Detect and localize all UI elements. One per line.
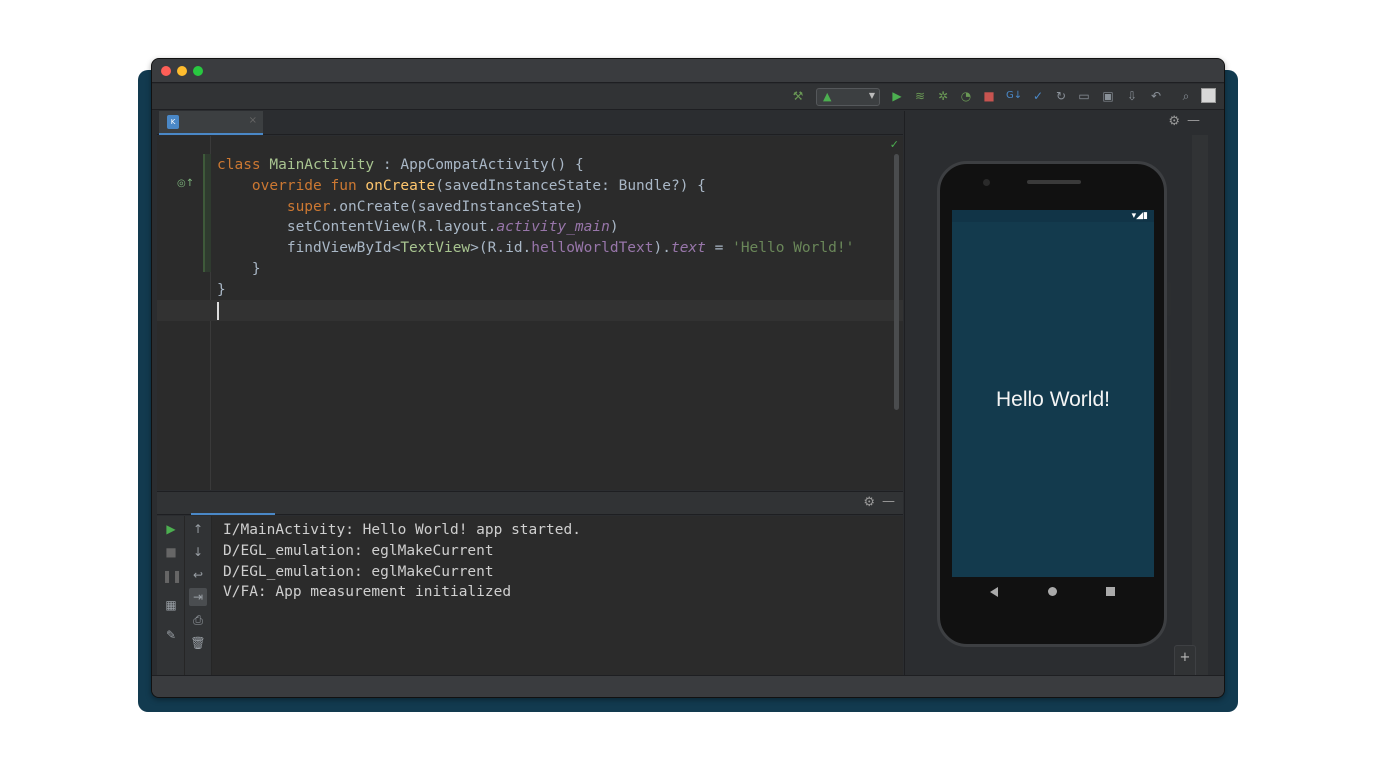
- git-icon[interactable]: G↓: [1006, 88, 1022, 104]
- close-window-button[interactable]: [161, 66, 171, 76]
- gear-icon[interactable]: ⚙: [863, 495, 875, 510]
- layout-icon[interactable]: ▦: [162, 596, 180, 614]
- log-line: D/EGL_emulation: eglMakeCurrent: [223, 563, 494, 580]
- logcat-header: ⚙ —: [157, 491, 903, 515]
- code-line: }: [217, 281, 226, 298]
- power-button: [1167, 282, 1171, 316]
- maximize-window-button[interactable]: [193, 66, 203, 76]
- preview-panel: ⚙ — ▾◢▮ Hello World! + − □: [904, 111, 1208, 697]
- title-bar: [152, 59, 1224, 83]
- stop-icon[interactable]: ■: [162, 543, 180, 561]
- earpiece: [1027, 180, 1081, 184]
- close-tab-icon[interactable]: ×: [249, 115, 257, 126]
- pause-icon[interactable]: ❚❚: [162, 567, 182, 585]
- commit-icon[interactable]: ✓: [1030, 88, 1046, 104]
- scroll-up-icon[interactable]: ↑: [189, 520, 207, 538]
- log-line: D/EGL_emulation: eglMakeCurrent: [223, 542, 494, 559]
- wifi-signal-battery-icon: ▾◢▮: [1131, 211, 1148, 221]
- trash-icon[interactable]: 🗑: [189, 634, 207, 652]
- scroll-down-icon[interactable]: ↓: [189, 543, 207, 561]
- log-line: V/FA: App measurement initialized: [223, 584, 512, 601]
- minimize-icon[interactable]: —: [1187, 113, 1200, 128]
- profile-icon[interactable]: ◔: [958, 88, 974, 104]
- chevron-down-icon: ▼: [868, 91, 875, 100]
- apply-changes-icon[interactable]: ≋: [912, 88, 928, 104]
- zoom-in-button[interactable]: +: [1177, 650, 1193, 666]
- logcat-toolbar-right: ↑ ↓ ↩ ⇥ ⎙ 🗑: [185, 516, 212, 676]
- undo-icon[interactable]: ↶: [1148, 88, 1164, 104]
- pin-icon[interactable]: ✎: [162, 626, 180, 644]
- scroll-to-end-icon[interactable]: ⇥: [189, 588, 207, 606]
- avatar-icon[interactable]: [1201, 88, 1216, 103]
- volume-button: [1167, 348, 1171, 412]
- build-hammer-icon[interactable]: ⚒: [790, 88, 806, 104]
- code-line: override fun onCreate(savedInstanceState…: [251, 177, 706, 194]
- minimize-icon[interactable]: —: [882, 494, 895, 509]
- gear-icon[interactable]: ⚙: [1168, 114, 1180, 129]
- kotlin-file-icon: K: [167, 115, 179, 129]
- nav-recents-icon[interactable]: [1106, 587, 1115, 596]
- main-toolbar: ⚒ ▲ ▼ ▶ ≋ ✲ ◔ ■ G↓ ✓ ↻ ▭ ▣ ⇩ ↶ ⌕: [152, 84, 1224, 110]
- log-line: I/MainActivity: Hello World! app started…: [223, 522, 581, 538]
- phone-screen[interactable]: ▾◢▮ Hello World!: [952, 210, 1154, 577]
- nav-back-icon[interactable]: [990, 587, 998, 597]
- change-marker: [203, 154, 211, 272]
- android-icon: ▲: [823, 90, 832, 103]
- override-marker-icon[interactable]: ◎↑: [177, 178, 194, 189]
- history-icon[interactable]: ↻: [1053, 88, 1069, 104]
- run-icon[interactable]: ▶: [162, 520, 180, 538]
- code-line: }: [217, 260, 261, 277]
- current-line-highlight: [157, 300, 903, 321]
- no-problems-icon: ✓: [889, 138, 899, 151]
- code-editor[interactable]: ◎↑ ✓ class MainActivity : AppCompatActiv…: [157, 136, 903, 490]
- nav-home-icon[interactable]: [1048, 587, 1057, 596]
- debug-icon[interactable]: ✲: [935, 88, 951, 104]
- print-icon[interactable]: ⎙: [189, 611, 207, 629]
- text-caret: [217, 302, 219, 320]
- preview-scrollbar[interactable]: [1192, 135, 1208, 677]
- editor-scrollbar[interactable]: [894, 154, 899, 410]
- code-line: super.onCreate(savedInstanceState): [286, 198, 584, 215]
- status-bar: [152, 675, 1224, 697]
- front-camera: [983, 179, 990, 186]
- sdk-manager-icon[interactable]: ⇩: [1124, 88, 1140, 104]
- log-output: I/MainActivity: Hello World! app started…: [223, 520, 581, 603]
- tab-main-activity[interactable]: K ×: [159, 111, 263, 135]
- tab-logcat[interactable]: [191, 513, 275, 515]
- search-icon[interactable]: ⌕: [1178, 88, 1194, 104]
- phone-status-bar: ▾◢▮: [952, 210, 1154, 222]
- code-content: class MainActivity : AppCompatActivity()…: [217, 155, 854, 301]
- phone-frame: ▾◢▮ Hello World!: [937, 161, 1171, 647]
- code-line: setContentView(R.layout.activity_main): [217, 219, 619, 236]
- logcat-toolbar-left: ▶ ■ ❚❚ ▦ ✎: [157, 516, 185, 676]
- hello-world-text: Hello World!: [996, 388, 1110, 411]
- ide-window: ⚒ ▲ ▼ ▶ ≋ ✲ ◔ ■ G↓ ✓ ↻ ▭ ▣ ⇩ ↶ ⌕ K × ◎↑ …: [151, 58, 1225, 698]
- stop-icon[interactable]: ■: [981, 88, 997, 104]
- minimize-window-button[interactable]: [177, 66, 187, 76]
- code-line: class MainActivity : AppCompatActivity()…: [217, 157, 584, 173]
- code-line: findViewById<TextView>(R.id.helloWorldTe…: [217, 240, 855, 257]
- layout-icon[interactable]: ▭: [1076, 88, 1092, 104]
- run-icon[interactable]: ▶: [889, 88, 905, 104]
- editor-tab-strip: K ×: [157, 111, 903, 135]
- preview-header: ⚙ —: [905, 111, 1208, 135]
- logcat-panel: ▶ ■ ❚❚ ▦ ✎ ↑ ↓ ↩ ⇥ ⎙ 🗑 I/MainActivity: H…: [157, 516, 903, 676]
- device-selector[interactable]: ▲ ▼: [816, 88, 880, 106]
- device-manager-icon[interactable]: ▣: [1100, 88, 1116, 104]
- soft-wrap-icon[interactable]: ↩: [189, 566, 207, 584]
